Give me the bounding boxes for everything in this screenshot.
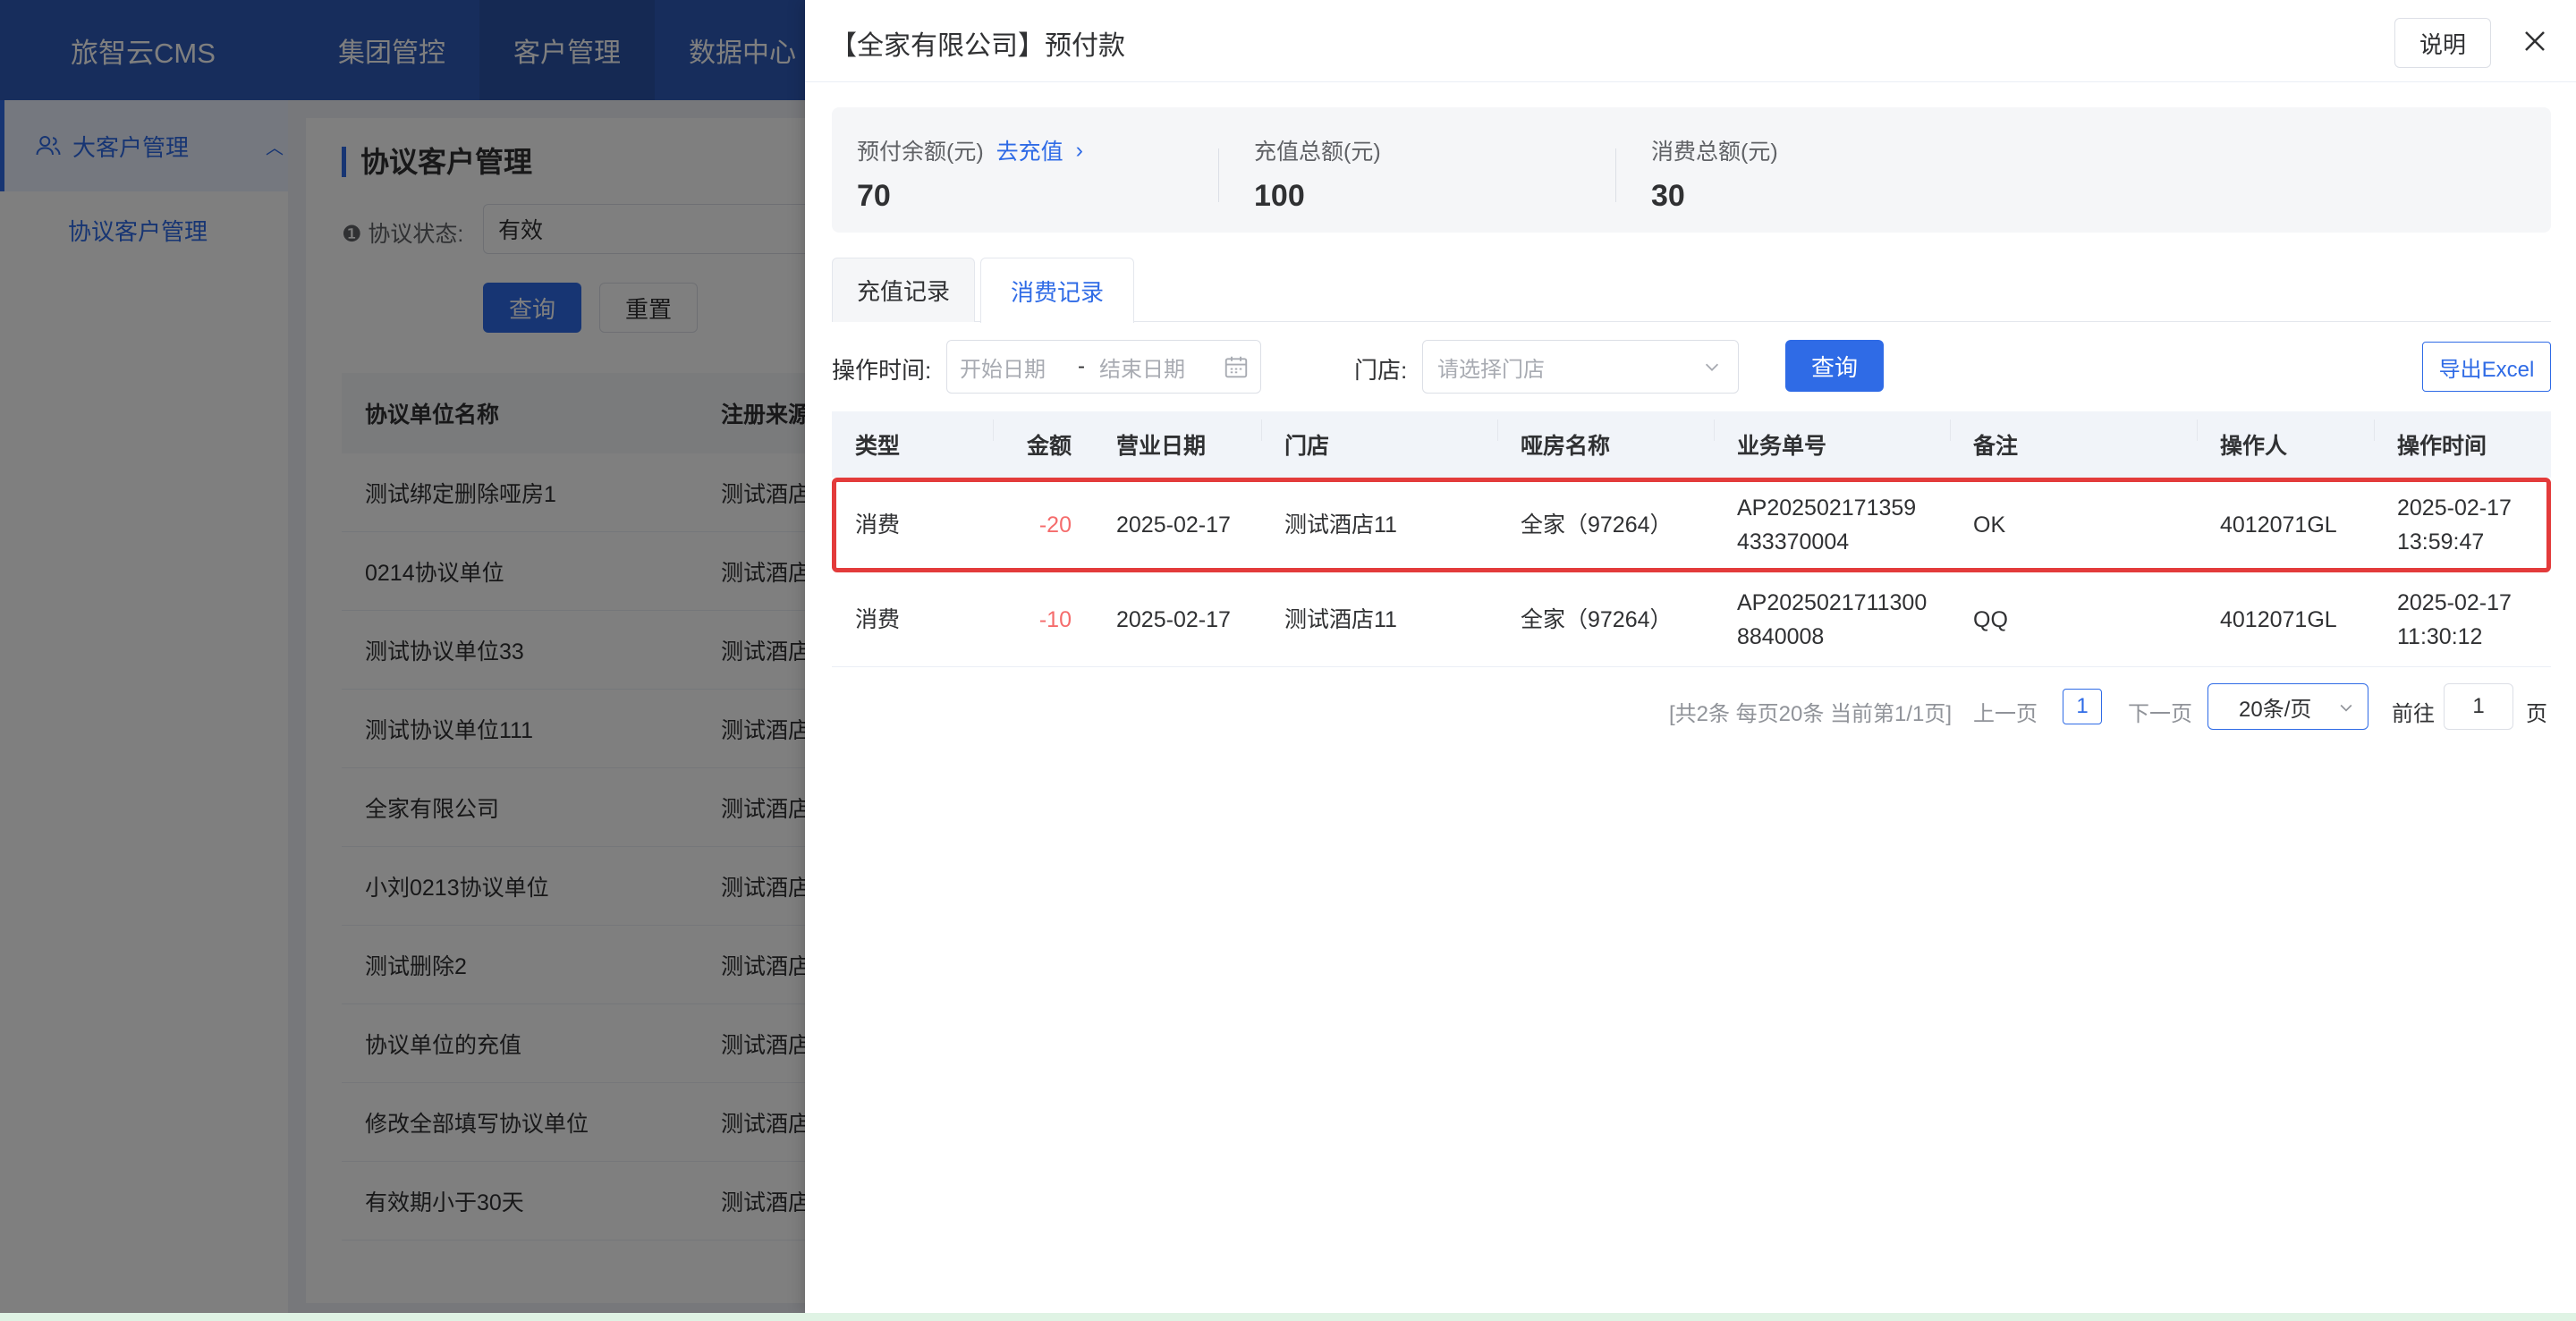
calendar-icon [1224, 356, 1248, 378]
cell-business-date: 2025-02-17 [1116, 512, 1231, 538]
record-tabs: 充值记录 消费记录 [832, 258, 2551, 323]
time-line: 11:30:12 [2397, 623, 2483, 649]
divider [1615, 148, 1616, 202]
chevron-right-icon[interactable]: › [1076, 138, 1083, 164]
store-select-placeholder: 请选择门店 [1437, 357, 1545, 382]
cell-note: OK [1973, 512, 2006, 538]
cell-operator: 4012071GL [2220, 512, 2337, 538]
recharge-total-value: 100 [1254, 179, 1305, 213]
cell-room-name: 全家（97264） [1521, 606, 1673, 632]
time-filter-label: 操作时间: [832, 357, 932, 384]
table-row[interactable]: 消费 -10 2025-02-17 测试酒店11 全家（97264） AP202… [832, 572, 2551, 667]
cell-business-date: 2025-02-17 [1116, 606, 1231, 632]
cell-store: 测试酒店11 [1284, 606, 1397, 632]
chevron-down-icon [1705, 363, 1719, 371]
order-no-line: 8840008 [1737, 623, 1825, 649]
help-button[interactable]: 说明 [2394, 18, 2491, 68]
page-number-button[interactable]: 1 [2063, 689, 2102, 724]
order-no-line: AP2025021711300 [1737, 589, 1928, 615]
export-excel-button[interactable]: 导出Excel [2422, 342, 2551, 392]
cell-room-name: 全家（97264） [1521, 512, 1673, 538]
end-date-input[interactable]: 结束日期 [1094, 351, 1219, 383]
pagination-summary: [共2条 每页20条 当前第1/1页] [1669, 702, 1953, 726]
divider [1218, 148, 1219, 202]
date-range-picker[interactable]: 开始日期 - 结束日期 [946, 340, 1261, 394]
table-row[interactable]: 消费 -20 2025-02-17 测试酒店11 全家（97264） AP202… [832, 478, 2551, 572]
chevron-down-icon [2340, 704, 2352, 712]
column-header-business-date: 营业日期 [1116, 434, 1207, 459]
tab-consume-records[interactable]: 消费记录 [980, 258, 1134, 323]
table-header: 类型 金额 营业日期 门店 哑房名称 业务单号 备注 操作人 操作时间 [832, 411, 2551, 478]
balance-value: 70 [857, 179, 891, 213]
time-line: 2025-02-17 [2397, 589, 2512, 615]
cell-order-no: AP2025021711300 8840008 [1714, 586, 1950, 654]
column-header-type: 类型 [855, 434, 901, 459]
prev-page-button[interactable]: 上一页 [1973, 696, 2038, 727]
close-icon[interactable] [2517, 23, 2553, 59]
recharge-link[interactable]: 去充值 [996, 134, 1063, 166]
store-select[interactable]: 请选择门店 [1422, 340, 1739, 394]
drawer-title: 【全家有限公司】预付款 [830, 31, 1125, 61]
recharge-total-label: 充值总额(元) [1254, 140, 1381, 165]
search-button[interactable]: 查询 [1785, 340, 1884, 392]
cell-amount: -20 [1038, 512, 1072, 538]
column-header-note: 备注 [1950, 419, 2197, 461]
drawer-header: 【全家有限公司】预付款 说明 [805, 0, 2576, 82]
balance-stat: 预付余额(元) 去充值 › 70 [857, 134, 1083, 214]
page-size-select[interactable]: 20条/页 [2207, 683, 2368, 730]
cell-type: 消费 [855, 606, 901, 632]
store-filter-label: 门店: [1354, 357, 1408, 384]
order-no-line: 433370004 [1737, 529, 1850, 555]
recharge-total-stat: 充值总额(元) 100 [1254, 134, 1381, 214]
start-date-input[interactable]: 开始日期 [947, 351, 1069, 383]
column-header-operate-time: 操作时间 [2374, 419, 2533, 461]
prepayment-drawer: 【全家有限公司】预付款 说明 预付余额(元) 去充值 › 70 充值总额(元) … [805, 0, 2576, 1313]
column-header-order-no: 业务单号 [1714, 419, 1950, 461]
time-line: 13:59:47 [2397, 529, 2485, 555]
balance-label: 预付余额(元) [857, 140, 984, 165]
time-line: 2025-02-17 [2397, 495, 2512, 521]
cell-amount: -10 [1038, 606, 1072, 632]
bottom-strip [0, 1313, 2576, 1321]
cell-operator: 4012071GL [2220, 606, 2337, 632]
cell-type: 消费 [855, 512, 901, 538]
order-no-line: AP202502171359 [1737, 495, 1917, 521]
next-page-button[interactable]: 下一页 [2128, 696, 2192, 727]
goto-page-input[interactable]: 1 [2444, 683, 2513, 730]
range-separator: - [1078, 354, 1085, 378]
column-header-room-name: 哑房名称 [1497, 419, 1714, 461]
consume-total-label: 消费总额(元) [1651, 140, 1778, 165]
cell-store: 测试酒店11 [1284, 512, 1397, 538]
column-header-amount: 金额 [993, 419, 1093, 461]
column-header-store: 门店 [1261, 419, 1497, 461]
pagination: [共2条 每页20条 当前第1/1页] 上一页 1 下一页 20条/页 前往 1… [832, 683, 2551, 730]
cell-operate-time: 2025-02-17 11:30:12 [2374, 586, 2533, 654]
cell-operate-time: 2025-02-17 13:59:47 [2374, 491, 2533, 559]
tab-recharge-records[interactable]: 充值记录 [832, 258, 975, 322]
consume-total-stat: 消费总额(元) 30 [1651, 134, 1778, 214]
consume-records-table: 类型 金额 营业日期 门店 哑房名称 业务单号 备注 操作人 操作时间 消费 -… [832, 411, 2551, 667]
consume-total-value: 30 [1651, 179, 1685, 213]
column-header-operator: 操作人 [2197, 419, 2374, 461]
cell-note: QQ [1973, 606, 2008, 632]
cell-order-no: AP202502171359 433370004 [1714, 491, 1950, 559]
balance-summary: 预付余额(元) 去充值 › 70 充值总额(元) 100 消费总额(元) 30 [832, 107, 2551, 233]
goto-unit: 页 [2526, 702, 2547, 726]
goto-label: 前往 [2392, 702, 2435, 726]
page-size-value: 20条/页 [2239, 697, 2312, 722]
record-filter: 操作时间: 开始日期 - 结束日期 门店: 请选择门店 查询 导出Excel [832, 340, 2551, 394]
